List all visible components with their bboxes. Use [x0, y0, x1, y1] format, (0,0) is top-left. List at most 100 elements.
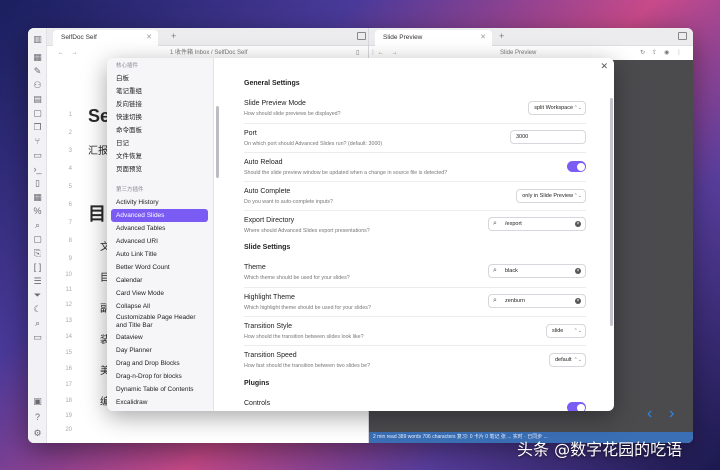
sidebar-item-daily-notes[interactable]: 日记: [107, 137, 208, 150]
new-tab-icon[interactable]: +: [171, 31, 176, 41]
filter-icon[interactable]: ⏷: [32, 290, 43, 301]
sidebar-item-activity-history[interactable]: Activity History: [107, 196, 208, 209]
transition-speed-select[interactable]: default ⌃⌄: [549, 353, 586, 367]
select-value: only in Slide Preview: [522, 193, 573, 199]
git-icon[interactable]: ⑂: [32, 136, 43, 147]
note-icon[interactable]: ▢: [32, 234, 43, 245]
sidebar-item-calendar[interactable]: Calendar: [107, 274, 208, 287]
back-arrow-icon[interactable]: ←: [378, 50, 384, 56]
export-directory-input[interactable]: ⌕ /export ×: [488, 217, 586, 231]
file-explorer-icon[interactable]: ▦: [32, 52, 43, 63]
edit-icon[interactable]: ✎: [32, 66, 43, 77]
refresh-icon[interactable]: ↻: [640, 46, 645, 60]
sidebar-item-quick-switcher[interactable]: 快速切换: [107, 111, 208, 124]
theme-input[interactable]: ⌕ black ×: [488, 264, 586, 278]
settings-scrollbar[interactable]: [610, 98, 613, 326]
settings-gear-icon[interactable]: ⚙: [32, 428, 43, 439]
highlight-theme-input[interactable]: ⌕ zenburn ×: [488, 294, 586, 308]
general-settings-header: General Settings: [244, 80, 300, 87]
sidebar-item-advanced-uri[interactable]: Advanced URI: [107, 235, 208, 248]
controls-toggle[interactable]: [567, 402, 586, 411]
sidebar-item-drag-n-drop[interactable]: Drag-n-Drop for blocks: [107, 370, 208, 383]
calendar-icon[interactable]: ▤: [32, 94, 43, 105]
port-input[interactable]: 3000: [510, 130, 586, 144]
auto-reload-toggle[interactable]: [567, 161, 586, 172]
sidebar-item-dataview[interactable]: Dataview: [107, 331, 208, 344]
preview-mode-select[interactable]: split Workspace ⌃⌄: [528, 101, 586, 115]
collapse-sidebar-icon[interactable]: ▥: [32, 34, 43, 45]
sidebar-item-backlinks[interactable]: 反向链接: [107, 98, 208, 111]
vault-icon[interactable]: ▣: [32, 396, 43, 407]
sidebar-item-excalidraw[interactable]: Excalidraw: [107, 396, 208, 409]
more-icon[interactable]: ⋮: [676, 46, 682, 60]
close-icon[interactable]: ✕: [480, 30, 486, 45]
chevron-right-icon[interactable]: ›: [669, 405, 674, 423]
sidebar-item-canvas[interactable]: 白板: [107, 72, 208, 85]
clear-icon[interactable]: ×: [575, 221, 581, 227]
zoom-icon[interactable]: ⌕: [32, 318, 43, 329]
sidebar-item-file-recovery[interactable]: 文件恢复: [107, 150, 208, 163]
clear-icon[interactable]: ×: [575, 268, 581, 274]
sidebar-item-better-word-count[interactable]: Better Word Count: [107, 261, 208, 274]
sidebar-item-drag-and-drop-blocks[interactable]: Drag and Drop Blocks: [107, 357, 208, 370]
auto-complete-select[interactable]: only in Slide Preview ⌃⌄: [516, 189, 586, 203]
settings-sidebar: 核心插件 白板 笔记重组 反向链接 快速切换 命令面板 日记 文件恢复 页面预览…: [107, 58, 214, 411]
line-number: 6: [68, 202, 72, 208]
setting-name: Controls: [244, 400, 271, 407]
sidebar-scrollbar[interactable]: [216, 106, 219, 178]
terminal-icon[interactable]: ›_: [32, 164, 43, 175]
sidebar-item-card-view-mode[interactable]: Card View Mode: [107, 287, 208, 300]
sidebar-item-day-planner[interactable]: Day Planner: [107, 344, 208, 357]
tab-slide-preview-label: Slide Preview: [383, 34, 423, 41]
setting-name: Transition Speed: [244, 352, 297, 359]
sidebar-item-note-composer[interactable]: 笔记重组: [107, 85, 208, 98]
line-number: 4: [68, 166, 72, 172]
close-icon[interactable]: ✕: [146, 30, 152, 45]
new-tab-icon[interactable]: +: [499, 31, 504, 41]
percent-icon[interactable]: %: [32, 206, 43, 217]
sidebar-item-advanced-slides[interactable]: Advanced Slides: [111, 209, 208, 222]
tab-slide-preview[interactable]: Slide Preview ✕: [375, 30, 492, 46]
transition-style-select[interactable]: slide ⌃⌄: [546, 324, 586, 338]
sidebar-item-advanced-tables[interactable]: Advanced Tables: [107, 222, 208, 235]
graph-icon[interactable]: ⚇: [32, 80, 43, 91]
note-heading: 目: [88, 204, 106, 224]
chevron-left-icon[interactable]: ‹: [647, 405, 652, 423]
attachment-icon[interactable]: ⎘: [32, 248, 43, 259]
close-icon[interactable]: ✕: [600, 61, 608, 72]
forward-arrow-icon[interactable]: →: [72, 50, 78, 56]
search-icon[interactable]: ⌕: [32, 220, 43, 231]
slides-icon[interactable]: ▭: [32, 150, 43, 161]
page-icon[interactable]: ▯: [32, 178, 43, 189]
table-icon[interactable]: ▦: [32, 192, 43, 203]
back-arrow-icon[interactable]: ←: [58, 50, 64, 56]
line-number: 5: [68, 184, 72, 190]
open-browser-icon[interactable]: ◉: [664, 46, 669, 60]
setting-desc: Where should Advanced Slides export pres…: [244, 228, 370, 234]
sidebar-item-dynamic-toc[interactable]: Dynamic Table of Contents: [107, 383, 208, 396]
search-icon: ⌕: [493, 297, 497, 304]
setting-desc: On which port should Advanced Slides run…: [244, 141, 383, 147]
slide-settings-header: Slide Settings: [244, 244, 291, 251]
copy-icon[interactable]: ❐: [32, 122, 43, 133]
presentation-icon[interactable]: ▭: [32, 332, 43, 343]
core-plugins-header: 核心插件: [116, 63, 139, 69]
sidebar-item-customizable-page-header[interactable]: Customizable Page Header and Title Bar: [107, 313, 208, 331]
clear-icon[interactable]: ×: [575, 298, 581, 304]
brackets-icon[interactable]: [ ]: [32, 262, 43, 273]
export-icon[interactable]: ⇪: [652, 46, 657, 60]
help-icon[interactable]: ?: [32, 412, 43, 423]
forward-arrow-icon[interactable]: →: [392, 50, 398, 56]
document-icon[interactable]: ▢: [32, 108, 43, 119]
sidebar-item-collapse-all[interactable]: Collapse All: [107, 300, 208, 313]
sidebar-item-page-preview[interactable]: 页面预览: [107, 163, 208, 176]
sidebar-item-command-palette[interactable]: 命令面板: [107, 124, 208, 137]
sidebar-item-auto-link-title[interactable]: Auto Link Title: [107, 248, 208, 261]
right-sidebar-toggle-icon[interactable]: [678, 32, 687, 40]
setting-slide-preview-mode: Slide Preview Mode How should slide prev…: [244, 94, 586, 123]
tab-selfdoc[interactable]: SelfDoc Self ✕: [53, 30, 158, 46]
sidebar-toggle-icon[interactable]: [357, 32, 366, 40]
line-number: 11: [65, 287, 72, 293]
list-icon[interactable]: ☰: [32, 276, 43, 287]
moon-icon[interactable]: ☾: [32, 304, 43, 315]
